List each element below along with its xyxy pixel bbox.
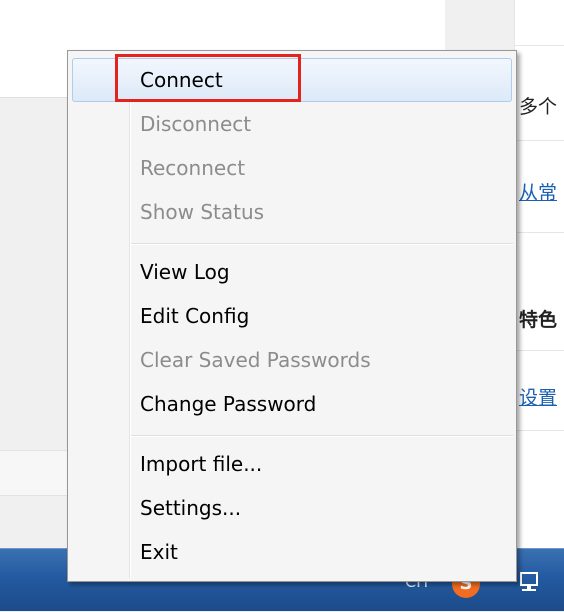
background-link-2[interactable]: 设置 xyxy=(519,383,557,410)
menu-item-edit-config[interactable]: Edit Config xyxy=(72,294,512,338)
menu-item-reconnect[interactable]: Reconnect xyxy=(72,146,512,190)
network-icon[interactable] xyxy=(516,570,542,596)
menu-item-import-file[interactable]: Import file... xyxy=(72,442,512,486)
background-right-pane: 多个 从常 特色 设置 xyxy=(514,0,564,548)
menu-separator xyxy=(131,435,513,436)
menu-item-exit[interactable]: Exit xyxy=(72,530,512,574)
background-link-1[interactable]: 从常 xyxy=(519,178,557,205)
divider xyxy=(515,232,564,233)
menu-item-settings[interactable]: Settings... xyxy=(72,486,512,530)
menu-separator xyxy=(131,243,513,244)
background-text-1: 多个 xyxy=(519,96,558,118)
divider xyxy=(515,140,564,141)
divider xyxy=(515,350,564,351)
divider xyxy=(515,430,564,431)
menu-item-view-log[interactable]: View Log xyxy=(72,250,512,294)
menu-item-change-password[interactable]: Change Password xyxy=(72,382,512,426)
background-heading: 特色 xyxy=(519,309,558,331)
context-menu: Connect Disconnect Reconnect Show Status… xyxy=(67,50,517,582)
menu-item-show-status[interactable]: Show Status xyxy=(72,190,512,234)
menu-item-connect[interactable]: Connect xyxy=(72,58,512,102)
menu-item-clear-saved-passwords[interactable]: Clear Saved Passwords xyxy=(72,338,512,382)
menu-item-disconnect[interactable]: Disconnect xyxy=(72,102,512,146)
divider xyxy=(515,45,564,46)
